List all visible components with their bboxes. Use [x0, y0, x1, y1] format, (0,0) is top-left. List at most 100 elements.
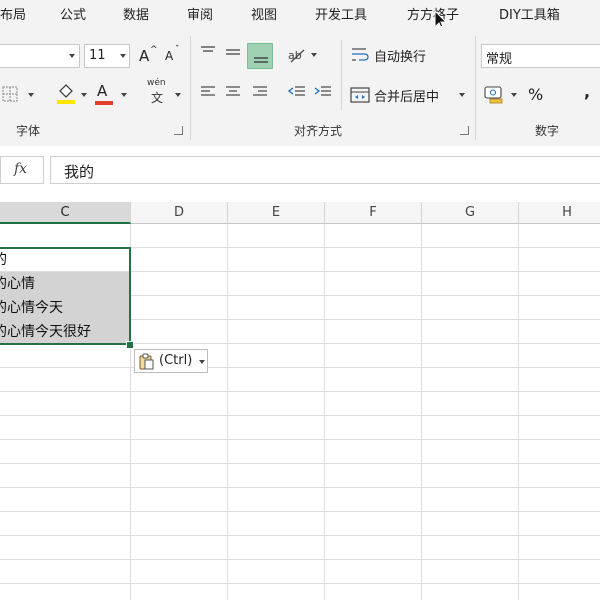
align-right-icon[interactable] [251, 84, 269, 100]
font-dialog-launcher-icon[interactable] [174, 126, 183, 135]
menu-tab-view[interactable]: 视图 [251, 4, 277, 23]
borders-icon [2, 86, 18, 102]
menu-tab-review[interactable]: 审阅 [187, 4, 213, 23]
chevron-down-icon [511, 93, 517, 97]
fill-color-button[interactable] [54, 82, 90, 106]
paste-options-button[interactable]: (Ctrl) [134, 349, 208, 373]
font-size-select[interactable]: 11 [84, 44, 130, 68]
menu-tab-formulas[interactable]: 公式 [60, 4, 86, 23]
column-header-d[interactable]: D [131, 202, 228, 224]
fx-icon: fx [14, 161, 28, 177]
menu-tab-page-layout[interactable]: 布局 [0, 4, 26, 23]
chevron-down-icon [311, 53, 317, 57]
paste-options-label: (Ctrl) [159, 353, 193, 368]
font-color-label: A [97, 82, 108, 100]
grid-line [0, 463, 600, 464]
formula-input[interactable]: 我的 [50, 156, 600, 184]
chevron-down-icon [175, 93, 181, 97]
chevron-down-icon [199, 360, 205, 364]
grid-line [518, 224, 519, 600]
grid-line [421, 224, 422, 600]
ribbon-separator [341, 40, 342, 110]
text-orientation-icon: ab [288, 49, 305, 63]
formula-bar: fx 我的 [0, 146, 600, 202]
shrink-font-button[interactable]: A ˇ [162, 44, 184, 68]
clipboard-icon [139, 353, 154, 370]
grid-line [0, 391, 600, 392]
wrap-text-label: 自动换行 [374, 50, 427, 65]
orientation-button[interactable]: ab [287, 44, 321, 66]
column-header-c[interactable]: C [0, 202, 131, 224]
fill-handle[interactable] [126, 341, 134, 349]
chevron-down-icon [69, 54, 75, 58]
chevron-down-icon [81, 93, 87, 97]
ribbon-separator [475, 36, 476, 140]
menu-tab-diy-toolbox[interactable]: DIY工具箱 [499, 4, 560, 23]
align-top-icon[interactable] [199, 44, 217, 60]
ribbon-separator [190, 36, 191, 140]
font-color-button[interactable]: A [94, 82, 130, 106]
grid-line [0, 511, 600, 512]
grow-font-button[interactable]: A ^ [136, 44, 158, 68]
chevron-down-icon [28, 93, 34, 97]
alignment-group-label: 对齐方式 [294, 124, 343, 138]
phonetic-guide-button[interactable]: wén 文 [145, 78, 185, 108]
menu-tab-developer[interactable]: 开发工具 [315, 4, 367, 23]
grid-line [0, 559, 600, 560]
column-header-h[interactable]: H [519, 202, 600, 224]
formula-value: 我的 [64, 163, 95, 181]
phonetic-top-label: wén [147, 78, 166, 88]
grid-line [0, 487, 600, 488]
grid-line [0, 583, 600, 584]
menu-tab-data[interactable]: 数据 [123, 4, 149, 23]
increase-indent-icon[interactable] [313, 84, 333, 100]
grid-line [227, 224, 228, 600]
align-middle-icon[interactable] [224, 44, 242, 60]
insert-function-button[interactable]: fx [0, 156, 44, 184]
svg-text:ab: ab [288, 49, 302, 62]
column-header-f[interactable]: F [325, 202, 422, 224]
grid-line [324, 224, 325, 600]
merge-center-button[interactable]: 合并后居中 [350, 83, 470, 107]
merge-center-label: 合并后居中 [374, 90, 440, 105]
caret-down-small-icon: ˇ [175, 45, 180, 55]
grid-line [0, 439, 600, 440]
caret-up-icon: ^ [150, 45, 158, 55]
number-format-value: 常规 [486, 52, 513, 67]
column-header-g[interactable]: G [422, 202, 519, 224]
selection-border [0, 247, 131, 345]
wrap-text-button[interactable]: 自动换行 [350, 43, 450, 67]
grid-line [0, 535, 600, 536]
borders-button[interactable] [0, 82, 38, 106]
chevron-down-icon [120, 54, 126, 58]
spreadsheet-grid[interactable]: C D E F G H 的 的心情 的心情今天 的心情今天很好 (Ctrl) [0, 202, 600, 600]
column-header-e[interactable]: E [228, 202, 325, 224]
comma-style-button[interactable]: , [584, 82, 590, 101]
accounting-icon [484, 86, 503, 104]
phonetic-bottom-label: 文 [151, 91, 164, 105]
font-size-value: 11 [89, 48, 106, 63]
align-left-icon[interactable] [199, 84, 217, 100]
align-bottom-button[interactable] [247, 43, 273, 69]
wrap-text-icon [352, 48, 369, 61]
decrease-indent-icon[interactable] [287, 84, 307, 100]
grow-font-label: A [139, 47, 150, 65]
align-center-icon[interactable] [224, 84, 242, 100]
number-format-select[interactable]: 常规 [481, 44, 600, 68]
font-name-select[interactable] [0, 44, 80, 68]
chevron-down-icon [459, 93, 465, 97]
font-color-swatch [95, 101, 113, 105]
menu-tab-fangfang[interactable]: 方方格子 [407, 4, 459, 23]
shrink-font-label: A [165, 49, 174, 63]
accounting-format-button[interactable] [484, 82, 522, 106]
number-group-label: 数字 [535, 124, 560, 138]
align-bottom-icon [254, 57, 268, 63]
chevron-down-icon [121, 93, 127, 97]
alignment-dialog-launcher-icon[interactable] [460, 126, 469, 135]
menu-bar: 布局 公式 数据 审阅 视图 开发工具 方方格子 DIY工具箱 [0, 0, 600, 31]
grid-line [0, 367, 600, 368]
percent-style-button[interactable]: % [528, 85, 543, 104]
paint-bucket-icon [57, 84, 75, 104]
grid-line [0, 415, 600, 416]
font-group-label: 字体 [16, 124, 41, 138]
